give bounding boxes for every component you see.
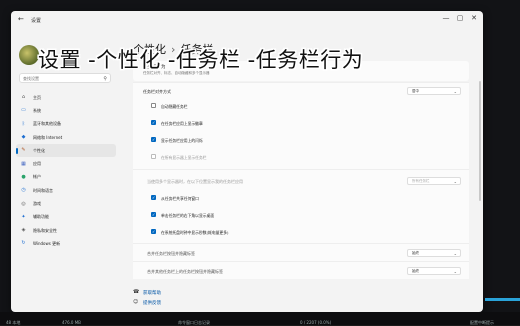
sidebar-item-label: 个性化	[33, 147, 45, 153]
bottom-text-2: 476.0 MB	[62, 320, 81, 325]
sidebar-item-label: 蓝牙和其他设备	[33, 121, 61, 127]
checkbox-group-2: ✓ 从任务栏共享任何窗口 ✓ 单击任务栏的右下角以显示桌面 ✓ 在系统托盘时钟中显示秒数(…	[133, 191, 469, 243]
sidebar-item[interactable]: ◈ 隐私和安全性	[16, 224, 116, 237]
feedback-icon: ☺	[133, 299, 139, 305]
multi-display-value: 所有任务栏	[412, 179, 430, 183]
bottom-text-4: 0 / 2207 (0.0%)	[300, 320, 332, 325]
combine-label: 合并任务栏按钮并隐藏标签	[147, 251, 195, 256]
combine-other-dropdown[interactable]: 始终 ⌄	[407, 267, 461, 275]
combine-other-label: 合并其他任务栏上的任务栏按钮并隐藏标签	[147, 269, 223, 274]
close-button[interactable]: ✕	[467, 14, 481, 22]
chevron-down-icon: ⌄	[453, 269, 457, 274]
sidebar-item[interactable]: ✎ 个性化	[16, 144, 116, 158]
multi-display-dropdown[interactable]: 所有任务栏 ⌄	[407, 177, 461, 185]
sidebar-item-label: 辅助功能	[33, 214, 49, 220]
get-help-label: 获取帮助	[143, 291, 161, 296]
alignment-row: 任务栏对齐方式 居中 ⌄	[133, 82, 469, 99]
minimize-button[interactable]: —	[439, 14, 453, 22]
search-icon: ⚲	[103, 76, 107, 82]
feedback-link[interactable]: ☺ 提供反馈	[133, 299, 161, 306]
combine-dropdown[interactable]: 始终 ⌄	[407, 249, 461, 257]
accessibility-icon: ✦	[21, 213, 26, 220]
checkbox-label: 单击任务栏的右下角以显示桌面	[161, 212, 215, 218]
chevron-down-icon: ⌄	[453, 251, 457, 256]
multi-display-label: 当使用多个显示器时，在以下位置显示我的任务栏应用	[147, 179, 243, 184]
checkbox[interactable]: ✓	[151, 212, 156, 217]
combine-row: 合并任务栏按钮并隐藏标签 始终 ⌄	[133, 243, 469, 261]
sidebar-item-label: Windows 更新	[33, 240, 61, 246]
chevron-down-icon: ⌄	[453, 89, 457, 94]
checkbox[interactable]	[151, 103, 156, 108]
avatar[interactable]	[19, 45, 39, 65]
sidebar-item-label: 主页	[33, 94, 41, 100]
brush-icon: ✎	[21, 147, 26, 154]
combine-other-row: 合并其他任务栏上的任务栏按钮并隐藏标签 始终 ⌄	[133, 261, 469, 279]
update-icon: ↻	[21, 240, 26, 247]
sidebar-item[interactable]: ↻ Windows 更新	[16, 237, 116, 250]
scrollbar[interactable]	[479, 81, 481, 201]
chevron-down-icon: ⌄	[453, 179, 457, 184]
game-icon: ◎	[21, 200, 26, 207]
checkbox[interactable]: ✓	[151, 120, 156, 125]
checkbox[interactable]: ✓	[151, 195, 156, 200]
alignment-label: 任务栏对齐方式	[143, 89, 171, 94]
sidebar-item[interactable]: ● 帐户	[16, 171, 116, 184]
sidebar-nav: ⌂ 主页 ▭ 系统 ᛒ 蓝牙和其他设备 ◆ 网络和 Internet ✎ 个性化 ▦ 应用 ● 帐户 ◷ 时间…	[16, 91, 116, 251]
network-icon: ◆	[21, 134, 26, 141]
checkbox-label: 在任务栏应用上显示徽章	[161, 120, 203, 126]
checkbox	[151, 154, 156, 159]
search-placeholder: 查找设置	[23, 76, 39, 81]
checkbox[interactable]: ✓	[151, 137, 156, 142]
bottom-status-bar: 48 本地 476.0 MB 命令窗口日志记录 0 / 2207 (0.0%) …	[0, 312, 520, 325]
overlay-caption: 设置 -个性化 -任务栏 -任务栏行为	[38, 48, 364, 72]
sidebar-item[interactable]: ◆ 网络和 Internet	[16, 131, 116, 144]
sidebar-item-label: 隐私和安全性	[33, 227, 57, 233]
checkbox-label: 显示任务栏应用上的闪烁	[161, 137, 203, 143]
bluetooth-icon: ᛒ	[21, 120, 25, 127]
checkbox-label: 在所有显示器上显示任务栏	[161, 154, 207, 160]
bottom-text-5: 配置中断提示	[470, 320, 494, 325]
sidebar-item-label: 系统	[33, 107, 41, 113]
checkbox[interactable]: ✓	[151, 229, 156, 234]
shield-icon: ◈	[21, 227, 26, 234]
help-icon: ☎	[133, 289, 140, 295]
alignment-value: 居中	[412, 89, 419, 93]
back-arrow-icon[interactable]: ←	[18, 15, 24, 23]
apps-icon: ▦	[21, 160, 26, 167]
checkbox-label: 从任务栏共享任何窗口	[161, 195, 199, 201]
home-icon: ⌂	[21, 94, 26, 101]
sidebar-item[interactable]: ▭ 系统	[16, 104, 116, 117]
bottom-text-1: 48 本地	[6, 320, 21, 325]
sidebar-item-label: 网络和 Internet	[33, 134, 63, 140]
bottom-text-3: 命令窗口日志记录	[178, 320, 210, 325]
sidebar-item-label: 时间和语言	[33, 187, 53, 193]
sidebar-item-label: 游戏	[33, 201, 41, 207]
checkbox-label: 在系统托盘时钟中显示秒数(耗电量更多)	[161, 229, 229, 235]
sidebar-item[interactable]: ✦ 辅助功能	[16, 211, 116, 224]
sidebar-item[interactable]: ⌂ 主页	[16, 91, 116, 104]
combine-value: 始终	[412, 251, 419, 255]
time-language-icon: ◷	[21, 187, 26, 194]
sidebar-item-label: 应用	[33, 161, 41, 167]
sidebar-item[interactable]: ◎ 游戏	[16, 197, 116, 210]
accent-strip	[485, 298, 520, 301]
account-icon: ●	[21, 173, 26, 180]
window-title: 设置	[31, 18, 42, 24]
sidebar-item[interactable]: ᛒ 蓝牙和其他设备	[16, 118, 116, 131]
checkbox-group-1: 自动隐藏任务栏 ✓ 在任务栏应用上显示徽章 ✓ 显示任务栏应用上的闪烁 在所有显示器上显示…	[133, 99, 469, 169]
maximize-button[interactable]: ▢	[453, 14, 467, 22]
system-icon: ▭	[21, 107, 26, 114]
checkbox-label: 自动隐藏任务栏	[161, 103, 188, 109]
feedback-label: 提供反馈	[143, 301, 161, 306]
sidebar-item[interactable]: ▦ 应用	[16, 157, 116, 170]
search-input[interactable]: 查找设置 ⚲	[19, 73, 111, 83]
alignment-dropdown[interactable]: 居中 ⌄	[407, 87, 461, 95]
title-bar: ← 设置 — ▢ ✕	[11, 11, 483, 31]
sidebar-item[interactable]: ◷ 时间和语言	[16, 184, 116, 197]
sidebar-item-label: 帐户	[33, 174, 41, 180]
multi-display-row: 当使用多个显示器时，在以下位置显示我的任务栏应用 所有任务栏 ⌄	[133, 169, 469, 191]
combine-other-value: 始终	[412, 269, 419, 273]
get-help-link[interactable]: ☎ 获取帮助	[133, 289, 161, 296]
